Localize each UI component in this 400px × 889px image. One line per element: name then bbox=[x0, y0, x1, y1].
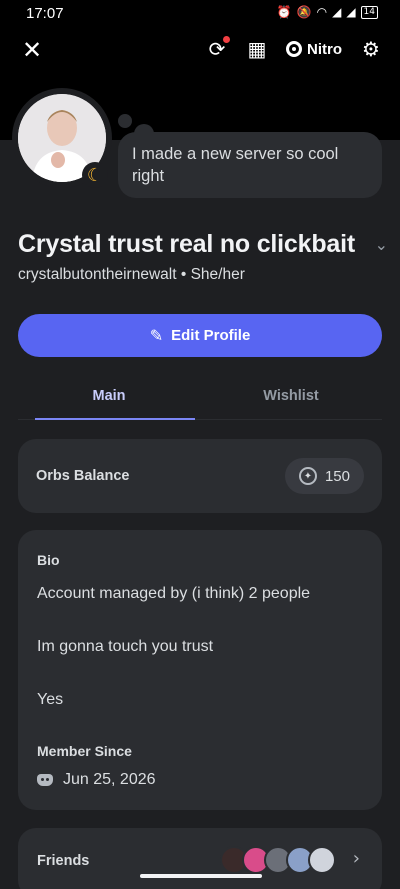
username-line: crystalbutontheirnewalt • She/her bbox=[18, 266, 245, 284]
refresh-icon[interactable]: ⟳ bbox=[206, 36, 230, 61]
member-since-label: Member Since bbox=[37, 743, 132, 759]
status-bubble-dot bbox=[118, 114, 132, 128]
top-actions: ⟳ ▦ Nitro ⚙ bbox=[206, 36, 382, 61]
orbs-balance-card[interactable]: Orbs Balance ✦ 150 bbox=[18, 439, 382, 513]
bio-line: Account managed by (i think) 2 people bbox=[37, 585, 311, 602]
friends-label: Friends bbox=[37, 853, 90, 869]
alarm-icon: ⏰ bbox=[276, 5, 292, 19]
bio-line: Im gonna touch you trust bbox=[37, 638, 214, 655]
display-name: Crystal trust real no clickbait bbox=[18, 230, 355, 258]
discord-icon bbox=[37, 774, 53, 786]
chevron-down-icon[interactable]: ⌄ bbox=[375, 235, 388, 254]
signal-icon: ◢ bbox=[332, 5, 342, 19]
edit-profile-label: Edit Profile bbox=[171, 327, 251, 344]
about-card: Bio Account managed by (i think) 2 peopl… bbox=[18, 530, 382, 810]
tab-main[interactable]: Main bbox=[18, 376, 200, 420]
separator: • bbox=[180, 266, 187, 283]
mute-icon: 🔕 bbox=[296, 5, 312, 19]
member-since-row: Jun 25, 2026 bbox=[37, 771, 156, 789]
edit-profile-button[interactable]: ✎ Edit Profile bbox=[18, 314, 382, 357]
display-name-row[interactable]: Crystal trust real no clickbait ⌄ bbox=[18, 230, 388, 259]
signal-icon: ◢ bbox=[346, 5, 356, 19]
idle-status-icon: ☾ bbox=[82, 162, 108, 188]
friends-card[interactable]: Friends › bbox=[18, 828, 382, 889]
nitro-icon bbox=[286, 41, 302, 57]
profile-tabs: Main Wishlist bbox=[18, 376, 382, 420]
friend-avatar bbox=[308, 846, 336, 874]
orb-icon: ✦ bbox=[298, 467, 317, 485]
close-icon[interactable]: ✕ bbox=[22, 36, 42, 64]
nitro-button[interactable]: Nitro bbox=[286, 41, 342, 58]
chevron-right-icon[interactable]: › bbox=[353, 848, 360, 869]
status-bar: 17:07 ⏰ 🔕 ◠ ◢ ◢ 14 bbox=[0, 0, 400, 28]
orbs-balance-label: Orbs Balance bbox=[36, 468, 130, 484]
notification-dot bbox=[223, 36, 230, 43]
pencil-icon: ✎ bbox=[149, 326, 164, 345]
pronouns: She/her bbox=[190, 266, 245, 283]
orbs-balance-pill[interactable]: ✦ 150 bbox=[284, 458, 364, 494]
shop-icon[interactable]: ▦ bbox=[246, 37, 268, 61]
bio-label: Bio bbox=[37, 552, 60, 568]
tab-wishlist[interactable]: Wishlist bbox=[200, 376, 382, 419]
member-since-date: Jun 25, 2026 bbox=[63, 771, 156, 788]
battery-icon: 14 bbox=[360, 5, 378, 19]
username: crystalbutontheirnewalt bbox=[18, 266, 177, 283]
orbs-balance-value: 150 bbox=[324, 467, 350, 485]
top-bar: ✕ ⟳ ▦ Nitro ⚙ bbox=[0, 28, 400, 76]
settings-gear-icon[interactable]: ⚙ bbox=[360, 37, 382, 61]
custom-status-bubble[interactable]: I made a new server so cool right bbox=[118, 132, 382, 198]
bio-line: Yes bbox=[37, 691, 64, 708]
friend-avatars bbox=[220, 846, 336, 874]
status-time: 17:07 bbox=[26, 5, 64, 22]
nitro-label: Nitro bbox=[307, 40, 342, 58]
home-indicator[interactable] bbox=[140, 874, 262, 878]
wifi-icon: ◠ bbox=[316, 5, 328, 19]
status-icons: ⏰ 🔕 ◠ ◢ ◢ 14 bbox=[277, 5, 378, 19]
